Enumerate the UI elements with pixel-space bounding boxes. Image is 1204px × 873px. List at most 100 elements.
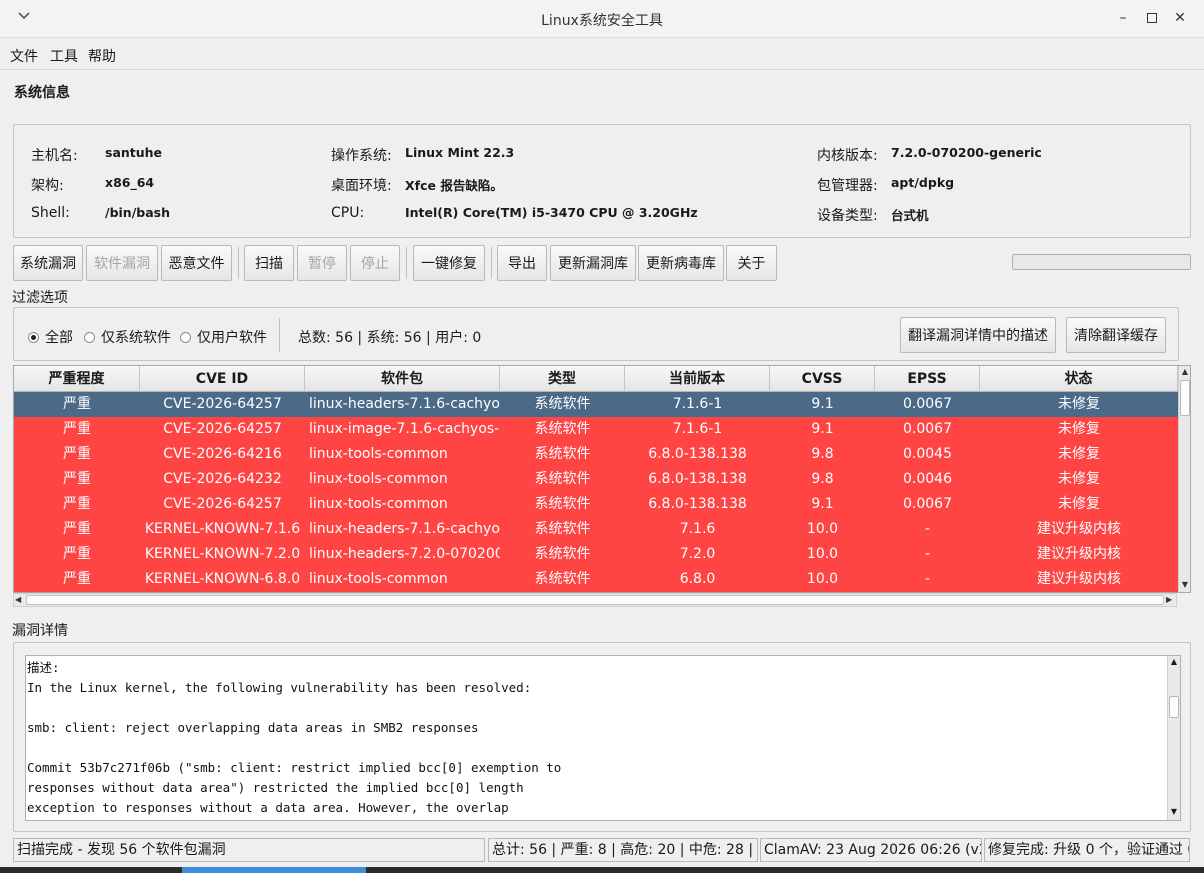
scroll-thumb[interactable] — [1169, 696, 1179, 718]
minimize-icon[interactable]: – — [1114, 9, 1132, 27]
window-title: Linux系统安全工具 — [541, 13, 663, 29]
radio-checked-icon — [28, 331, 39, 343]
translate-button[interactable]: 翻译漏洞详情中的描述 — [900, 317, 1056, 353]
cell-severity: 严重 — [63, 471, 91, 487]
table-row[interactable]: 严重 KERNEL-KNOWN-7.1.6 linux-headers-7.1.6-… — [14, 517, 1178, 542]
cell-type: 系统软件 — [534, 471, 591, 487]
radio-sys-only[interactable]: 仅系统软件 — [84, 327, 171, 347]
vuln-table[interactable]: 严重程度 CVE ID 软件包 类型 当前版本 CVSS EPSS 状态 严重 C… — [13, 365, 1191, 593]
shell-label: Shell: — [31, 205, 70, 221]
table-row[interactable]: 严重 KERNEL-KNOWN-7.2.0 linux-headers-7.2.0-… — [14, 542, 1178, 567]
menu-file[interactable]: 文件 — [10, 46, 38, 66]
cell-status: 未修复 — [1058, 421, 1100, 437]
scroll-right-icon[interactable]: ▶ — [1166, 594, 1172, 606]
cell-package: linux-headers-7.2.0-070200 — [309, 546, 500, 562]
desktop-label: 桌面环境: — [331, 178, 392, 194]
status-scan: 扫描完成 - 发现 56 个软件包漏洞 — [13, 838, 485, 862]
cell-version: 7.1.6-1 — [672, 421, 723, 437]
cell-version: 6.8.0-138.138 — [648, 446, 747, 462]
radio-all[interactable]: 全部 — [28, 327, 73, 347]
hscroll-thumb[interactable] — [26, 595, 1164, 605]
cell-type: 系统软件 — [534, 521, 591, 537]
col-package[interactable]: 软件包 — [305, 366, 500, 392]
export-button[interactable]: 导出 — [497, 245, 547, 281]
table-row[interactable]: 严重 CVE-2026-64232 linux-tools-common 系统软件 6.… — [14, 467, 1178, 492]
scroll-left-icon[interactable]: ◀ — [15, 594, 21, 606]
cell-severity: 严重 — [63, 546, 91, 562]
menu-tools[interactable]: 工具 — [50, 46, 78, 66]
cell-cvss: 9.8 — [811, 471, 834, 487]
cell-severity: 严重 — [63, 496, 91, 512]
table-row[interactable]: 严重 KERNEL-KNOWN-6.8.0 linux-tools-common 系统… — [14, 567, 1178, 592]
scroll-up-icon[interactable]: ▲ — [1179, 366, 1190, 378]
cell-type: 系统软件 — [534, 446, 591, 462]
taskbar — [0, 867, 1204, 873]
table-row[interactable]: 严重 CVE-2026-64257 linux-image-7.1.6-cachyo… — [14, 417, 1178, 442]
cell-package: linux-headers-7.1.6-cachyos-x — [309, 521, 500, 537]
cell-epss: 0.0067 — [903, 496, 952, 512]
col-cve[interactable]: CVE ID — [140, 366, 305, 392]
scan-button[interactable]: 扫描 — [244, 245, 294, 281]
cell-cve: CVE-2026-64257 — [163, 421, 282, 437]
desktop-value: Xfce 报告缺陷。 — [405, 178, 503, 193]
pause-button[interactable]: 暂停 — [297, 245, 347, 281]
taskbar-active-item[interactable] — [182, 867, 366, 873]
scroll-down-icon[interactable]: ▼ — [1168, 806, 1180, 818]
cell-severity: 严重 — [63, 571, 91, 587]
soft-vuln-button[interactable]: 软件漏洞 — [86, 245, 158, 281]
toolbar-separator — [406, 247, 407, 279]
cell-epss: 0.0067 — [903, 421, 952, 437]
about-button[interactable]: 关于 — [726, 245, 777, 281]
col-epss[interactable]: EPSS — [875, 366, 980, 392]
radio-user-only[interactable]: 仅用户软件 — [180, 327, 267, 347]
cell-cve: CVE-2026-64216 — [163, 446, 282, 462]
col-cvss[interactable]: CVSS — [770, 366, 875, 392]
maximize-icon[interactable] — [1143, 9, 1161, 27]
status-fix: 修复完成: 升级 0 个，验证通过 0 个 — [984, 838, 1190, 862]
hostname-label: 主机名: — [31, 148, 78, 164]
cell-status: 未修复 — [1058, 396, 1100, 412]
cell-epss: - — [924, 546, 931, 562]
cell-version: 7.1.6-1 — [672, 396, 723, 412]
cell-cve: CVE-2026-64232 — [163, 471, 282, 487]
table-hscrollbar[interactable]: ◀ ▶ — [13, 593, 1177, 607]
cell-status: 建议升级内核 — [1037, 546, 1121, 562]
cell-cve: KERNEL-KNOWN-6.8.0 — [144, 571, 301, 587]
pkgmgr-value: apt/dpkg — [891, 175, 955, 190]
radio-unchecked-icon — [84, 331, 95, 343]
arch-value: x86_64 — [105, 175, 155, 190]
cell-status: 未修复 — [1058, 496, 1100, 512]
cell-version: 7.1.6 — [679, 521, 716, 537]
scan-progress-bar — [1012, 254, 1191, 270]
details-vscrollbar[interactable]: ▲ ▼ — [1167, 656, 1180, 820]
cell-cvss: 9.1 — [811, 421, 834, 437]
scroll-up-icon[interactable]: ▲ — [1168, 656, 1180, 668]
update-vuln-button[interactable]: 更新漏洞库 — [550, 245, 636, 281]
cell-status: 未修复 — [1058, 471, 1100, 487]
malware-button[interactable]: 恶意文件 — [161, 245, 232, 281]
table-row[interactable]: 严重 CVE-2026-64216 linux-tools-common 系统软件 6.… — [14, 442, 1178, 467]
sys-vuln-button[interactable]: 系统漏洞 — [13, 245, 83, 281]
cell-package: linux-tools-common — [309, 571, 448, 587]
cpu-value: Intel(R) Core(TM) i5-3470 CPU @ 3.20GHz — [405, 205, 698, 220]
stop-button[interactable]: 停止 — [350, 245, 400, 281]
clear-cache-button[interactable]: 清除翻译缓存 — [1066, 317, 1166, 353]
close-icon[interactable]: ✕ — [1171, 9, 1189, 27]
fix-button[interactable]: 一键修复 — [413, 245, 485, 281]
col-status[interactable]: 状态 — [980, 366, 1178, 392]
details-textarea[interactable]: 描述: In the Linux kernel, the following v… — [25, 655, 1181, 821]
col-type[interactable]: 类型 — [500, 366, 625, 392]
toolbar-separator — [491, 247, 492, 279]
col-severity[interactable]: 严重程度 — [14, 366, 140, 392]
menu-help[interactable]: 帮助 — [88, 46, 116, 66]
table-row[interactable]: 严重 CVE-2026-64257 linux-headers-7.1.6-cach… — [14, 392, 1178, 417]
cell-status: 建议升级内核 — [1037, 521, 1121, 537]
table-vscrollbar[interactable]: ▲ ▼ — [1178, 366, 1190, 592]
cell-epss: 0.0045 — [903, 446, 952, 462]
table-row[interactable]: 严重 CVE-2026-64257 linux-tools-common 系统软件 6.… — [14, 492, 1178, 517]
col-version[interactable]: 当前版本 — [625, 366, 770, 392]
cell-type: 系统软件 — [534, 421, 591, 437]
scroll-down-icon[interactable]: ▼ — [1179, 579, 1190, 591]
update-virus-button[interactable]: 更新病毒库 — [638, 245, 724, 281]
scroll-thumb[interactable] — [1180, 380, 1190, 416]
